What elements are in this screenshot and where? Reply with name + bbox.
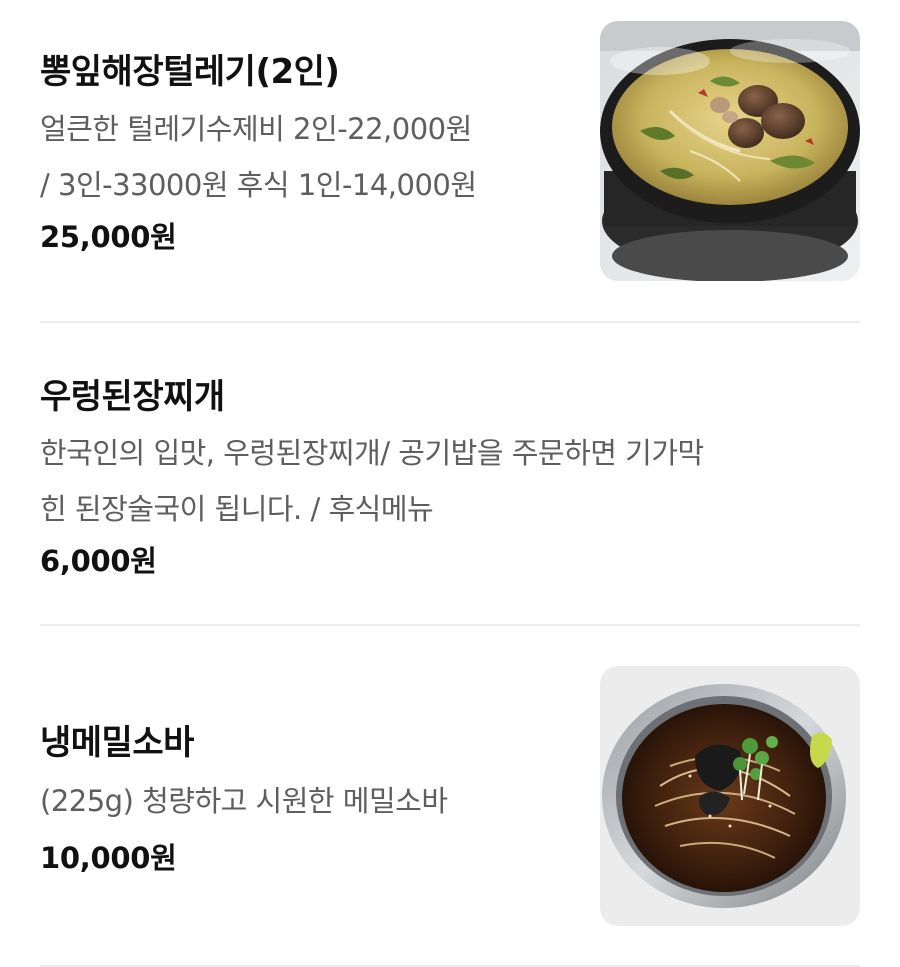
- menu-item-price: 25,000원: [40, 220, 177, 254]
- menu-item-name: 냉메밀소바: [40, 723, 194, 763]
- cold-buckwheat-noodle-photo[interactable]: [600, 666, 860, 926]
- menu-list: 뽕잎해장털레기(2인) 얼큰한 털레기수제비 2인-22,000원 / 3인-3…: [0, 0, 900, 967]
- menu-item-name: 뽕잎해장털레기(2인): [40, 52, 340, 92]
- menu-item[interactable]: 우렁된장찌개 한국인의 입맛, 우렁된장찌개/ 공기밥을 주문하면 기가막 힌 …: [40, 323, 860, 625]
- description-line: 얼큰한 털레기수제비 2인-22,000원: [40, 112, 472, 146]
- menu-item-description: (225g) 청량하고 시원한 메밀소바: [40, 773, 580, 829]
- description-line: / 3인-33000원 후식 1인-14,000원: [40, 168, 477, 202]
- description-line: 힌 된장술국이 됩니다. / 후식메뉴: [40, 492, 434, 526]
- menu-item-description: 얼큰한 털레기수제비 2인-22,000원 / 3인-33000원 후식 1인-…: [40, 101, 580, 213]
- menu-item-price: 10,000원: [40, 841, 177, 875]
- menu-item[interactable]: 냉메밀소바 (225g) 청량하고 시원한 메밀소바 10,000원: [40, 626, 860, 966]
- stew-hot-pot-photo[interactable]: [600, 21, 860, 281]
- menu-item-name: 우렁된장찌개: [40, 377, 225, 417]
- menu-item[interactable]: 뽕잎해장털레기(2인) 얼큰한 털레기수제비 2인-22,000원 / 3인-3…: [40, 0, 860, 322]
- description-line: (225g) 청량하고 시원한 메밀소바: [40, 784, 448, 818]
- menu-item-price: 6,000원: [40, 544, 157, 578]
- description-line: 한국인의 입맛, 우렁된장찌개/ 공기밥을 주문하면 기가막: [40, 436, 704, 470]
- menu-item-description: 한국인의 입맛, 우렁된장찌개/ 공기밥을 주문하면 기가막 힌 된장술국이 됩…: [40, 425, 840, 537]
